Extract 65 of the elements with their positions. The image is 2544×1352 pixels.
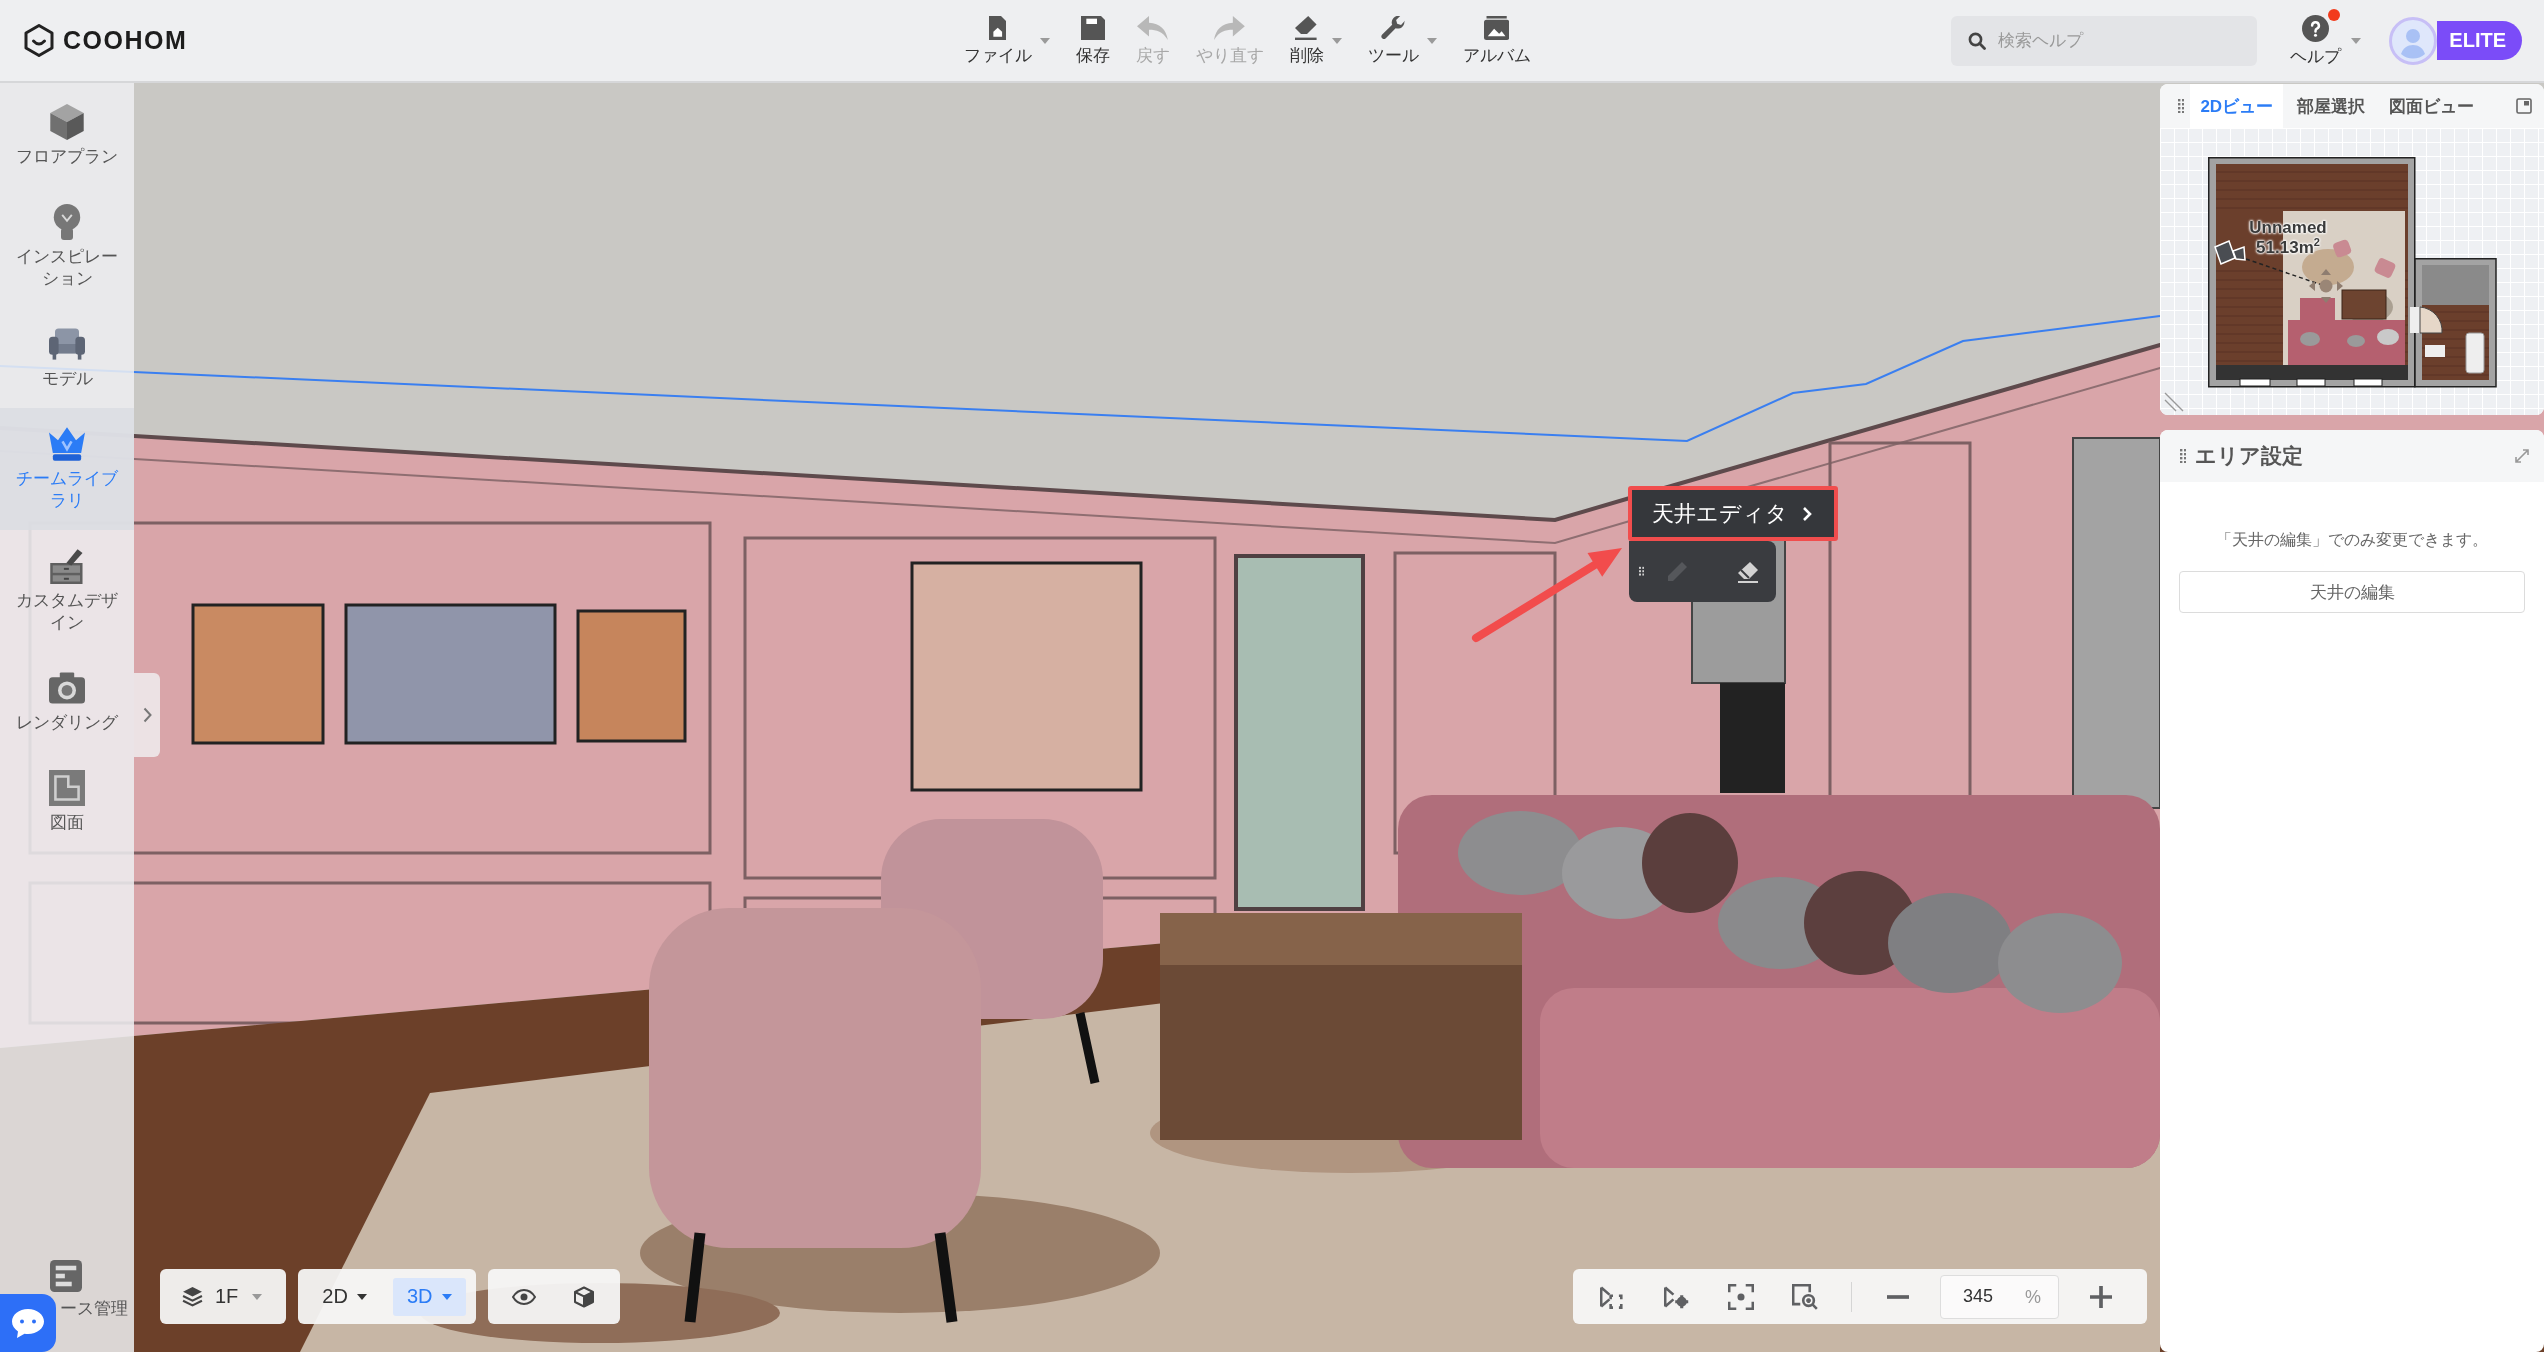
logo-text: COOHOM [63,26,188,55]
chevron-right-icon [1802,505,1812,522]
sidebar-item[interactable]: フロアプラン [0,86,134,186]
camera-icon [49,670,85,706]
sidebar-toggle-button[interactable] [134,673,160,757]
sidebar-item[interactable]: モデル [0,308,134,408]
chevron-right-icon [142,707,152,723]
tools-button[interactable]: ツール [1367,15,1419,66]
expand-icon[interactable] [2514,448,2530,464]
undo-icon [1137,15,1168,40]
image-icon [1483,15,1510,40]
search-field[interactable]: 検索ヘルプ [1951,15,2258,66]
info-message: 「天井の編集」でのみ変更できます。 [2215,530,2489,550]
ceiling-editor-button[interactable]: 天井エディタ [1632,490,1834,537]
plus-icon [2090,1285,2112,1308]
cube-icon [49,104,85,140]
file-button[interactable]: ファイル [963,15,1032,66]
armchair-icon [49,326,85,362]
caret-icon [252,1293,263,1300]
wrench-icon [1381,15,1405,40]
cube-icon [572,1285,595,1308]
plan-badge: ELITE [2437,21,2522,60]
album-button[interactable]: アルバム [1462,15,1531,66]
layers-icon [182,1286,203,1307]
sidebar-item[interactable]: インスピレーション [0,186,134,308]
move-handle-icon[interactable] [2308,267,2344,305]
floor-plan-icon [49,770,85,806]
eraser-icon [1295,15,1318,40]
redo-icon [1214,15,1245,40]
drag-handle-icon[interactable] [1639,566,1645,577]
view-tab[interactable]: 図面ビュー [2379,84,2485,128]
chat-icon[interactable] [0,1294,56,1352]
sidebar-item[interactable]: カスタムデザイン [0,530,134,652]
drawer-pen-icon [49,548,85,584]
view-mode-button[interactable]: 2D [308,1277,381,1316]
help-button[interactable]: ヘルプ [2290,14,2342,67]
caret-icon [441,1293,452,1300]
resize-handle-icon[interactable] [2164,392,2184,412]
drag-handle-icon[interactable] [2180,448,2187,464]
focus-frame-icon [1728,1283,1754,1310]
help-icon [2302,14,2330,42]
sidebar-item[interactable]: 図面 [0,752,134,852]
panel-title: エリア設定 [2195,443,2304,469]
edit-ceiling-button[interactable]: 天井の編集 [2179,571,2525,613]
pencil-icon [1665,560,1688,583]
sidebar-item[interactable]: ース管理 [60,1298,128,1320]
floor-dropdown[interactable]: 1F [160,1269,287,1324]
sidebar-item[interactable]: レンダリング [0,652,134,752]
eye-icon [511,1288,536,1305]
view-tab[interactable]: 2Dビュー [2190,84,2284,128]
eraser-icon [1735,560,1760,583]
layout-blocks-icon [50,1260,82,1292]
delete-button[interactable]: 削除 [1289,15,1324,66]
view-tab[interactable]: 部屋選択 [2287,84,2376,128]
drag-handle-icon[interactable] [2178,98,2185,114]
logo-icon [24,24,54,57]
minus-icon [1887,1294,1909,1299]
search-icon [1968,31,1987,50]
caret-icon [356,1293,367,1300]
save-button[interactable]: 保存 [1075,15,1110,66]
zoom-unit: % [2025,1285,2041,1308]
window-icon[interactable] [2516,98,2532,114]
crown-icon [49,426,85,462]
magnifier-frame-icon [1792,1283,1818,1310]
document-icon [988,15,1007,40]
